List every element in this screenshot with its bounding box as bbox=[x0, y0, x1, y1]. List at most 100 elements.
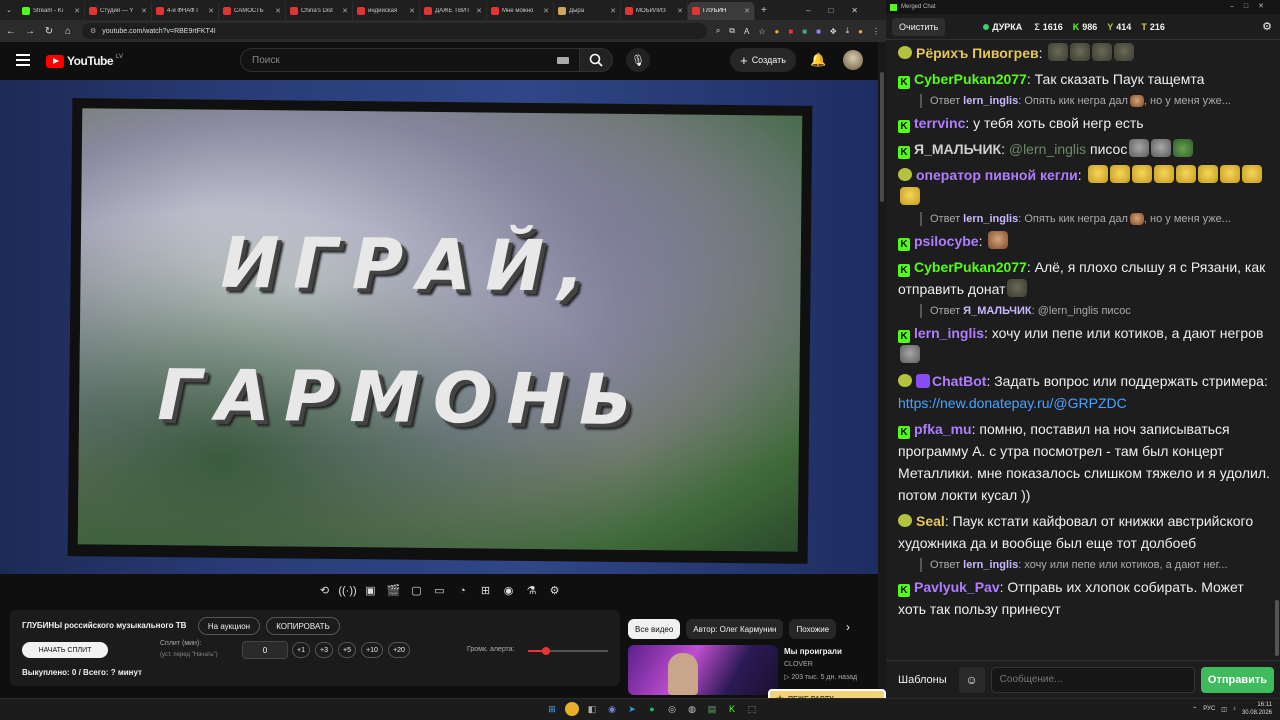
tab-search-icon[interactable]: ⌄ bbox=[0, 6, 18, 14]
chat-username[interactable]: terrvinc bbox=[914, 115, 965, 131]
search-input[interactable]: Поиск bbox=[240, 48, 580, 72]
clear-button[interactable]: Очистить bbox=[892, 17, 946, 36]
browser-tab[interactable]: China's Dist ✕ bbox=[286, 2, 353, 20]
chat-scrollbar-thumb[interactable] bbox=[1275, 600, 1279, 656]
share-icon[interactable]: ⧉ bbox=[729, 26, 735, 36]
hamburger-menu-icon[interactable] bbox=[16, 54, 30, 66]
lens-icon[interactable]: ⌕ bbox=[716, 26, 720, 36]
window-icon[interactable]: ▭ bbox=[431, 582, 448, 599]
emoji-button[interactable]: ☺ bbox=[958, 666, 985, 693]
reload-icon[interactable]: ↻ bbox=[44, 26, 54, 37]
message-input[interactable]: Сообщение... bbox=[990, 666, 1195, 693]
telegram-icon[interactable]: ➤ bbox=[625, 702, 639, 716]
increment-button[interactable]: +1 bbox=[292, 642, 310, 658]
filter-chip[interactable]: Все видео bbox=[628, 619, 681, 639]
reply-author[interactable]: lern_inglis bbox=[963, 559, 1018, 571]
templates-button[interactable]: Шаблоны bbox=[892, 667, 953, 693]
chat-username[interactable]: CyberPukan2077 bbox=[914, 259, 1027, 275]
home-icon[interactable]: ⌂ bbox=[63, 26, 73, 37]
related-video-title[interactable]: Мы проиграли bbox=[784, 647, 842, 656]
tray-arrow-icon[interactable]: ⌃ bbox=[1192, 706, 1197, 713]
volume-icon[interactable]: ♪ bbox=[1233, 706, 1236, 712]
audio-icon[interactable]: ((·)) bbox=[338, 582, 356, 599]
related-video-card[interactable]: Мы проиграли CLOVER ▷ 203 тыс. 5 дн. наз… bbox=[628, 645, 878, 695]
tab-close-icon[interactable]: ✕ bbox=[677, 7, 683, 15]
send-button[interactable]: Отправить bbox=[1200, 666, 1274, 693]
increment-button[interactable]: +10 bbox=[361, 642, 383, 658]
tab-close-icon[interactable]: ✕ bbox=[208, 7, 214, 15]
back-icon[interactable]: ← bbox=[6, 26, 16, 37]
chat-mention[interactable]: @lern_inglis bbox=[1009, 141, 1086, 157]
create-button[interactable]: + Создать bbox=[730, 48, 796, 72]
clock[interactable]: 16:11 30.08.2026 bbox=[1242, 701, 1272, 717]
increment-button[interactable]: +5 bbox=[338, 642, 356, 658]
filter-chip[interactable]: Похожие bbox=[789, 619, 837, 639]
forward-icon[interactable]: → bbox=[25, 26, 35, 37]
keyboard-icon[interactable] bbox=[557, 57, 569, 64]
reply-author[interactable]: lern_inglis bbox=[963, 213, 1018, 225]
start-split-button[interactable]: НАЧАТЬ СПЛИТ bbox=[22, 642, 108, 658]
menu-dots-icon[interactable]: ⋮ bbox=[872, 27, 880, 36]
chat-username[interactable]: psilocybe bbox=[914, 233, 979, 249]
add-clip-icon[interactable]: ⊞ bbox=[477, 582, 494, 599]
speed-icon[interactable]: ◔ bbox=[454, 582, 471, 599]
extension-icon[interactable]: ■ bbox=[816, 27, 821, 36]
related-video-channel[interactable]: CLOVER bbox=[784, 661, 813, 668]
browser-tab[interactable]: ДАЖЕ ТВИТ ✕ bbox=[420, 2, 487, 20]
window-controls[interactable]: –□✕ bbox=[806, 6, 876, 15]
youtube-logo[interactable]: YouTube LV bbox=[46, 54, 123, 68]
clapper-icon[interactable]: 🎬 bbox=[385, 582, 402, 599]
related-video-thumbnail[interactable] bbox=[628, 645, 778, 695]
chat-username[interactable]: ChatBot bbox=[932, 373, 986, 389]
app-icon[interactable]: K bbox=[725, 702, 739, 716]
language-indicator[interactable]: РУС bbox=[1203, 706, 1215, 712]
chat-link[interactable]: https://new.donatepay.ru/@GRPZDC bbox=[898, 395, 1127, 411]
chat-username[interactable]: Seal bbox=[916, 513, 945, 529]
obs-icon[interactable]: ◍ bbox=[685, 702, 699, 716]
site-info-icon[interactable]: ⚙ bbox=[90, 27, 96, 35]
chat-username[interactable]: Pavlyuk_Pav bbox=[914, 579, 1000, 595]
settings-gear-icon[interactable]: ⚙ bbox=[1262, 20, 1272, 33]
browser-tab[interactable]: Дыра ✕ bbox=[554, 2, 621, 20]
chat-username[interactable]: Рёрихъ Пивогрев bbox=[916, 45, 1039, 61]
reply-author[interactable]: lern_inglis bbox=[963, 95, 1018, 107]
browser-tab[interactable]: САМОСТЬ ✕ bbox=[219, 2, 286, 20]
copy-button[interactable]: КОПИРОВАТЬ bbox=[266, 617, 340, 635]
tab-close-icon[interactable]: ✕ bbox=[744, 7, 750, 15]
increment-button[interactable]: +20 bbox=[388, 642, 410, 658]
gear-icon[interactable]: ⚙ bbox=[546, 582, 563, 599]
chrome-icon[interactable] bbox=[565, 702, 579, 716]
chat-window-controls[interactable]: –□✕ bbox=[1230, 2, 1274, 10]
split-minutes-input[interactable]: 0 bbox=[242, 641, 288, 659]
browser-tab[interactable]: ГЛУБИН ✕ bbox=[688, 2, 755, 20]
browser-tab[interactable]: 4-й ФНАФ Г ✕ bbox=[152, 2, 219, 20]
network-icon[interactable]: ◫ bbox=[1221, 706, 1227, 713]
alert-volume-slider[interactable] bbox=[528, 647, 608, 655]
new-tab-icon[interactable]: + bbox=[761, 5, 767, 16]
flask-icon[interactable]: ⚗ bbox=[523, 582, 540, 599]
browser-tab[interactable]: МОБИЛИЗ ✕ bbox=[621, 2, 688, 20]
browser-tab[interactable]: Студия — Y ✕ bbox=[85, 2, 152, 20]
tab-close-icon[interactable]: ✕ bbox=[409, 7, 415, 15]
notifications-bell-icon[interactable]: 🔔 bbox=[810, 52, 826, 68]
increment-button[interactable]: +3 bbox=[315, 642, 333, 658]
voice-search-button[interactable]: 🎙 bbox=[626, 48, 650, 72]
browser-tab[interactable]: Stream - Ki ✕ bbox=[18, 2, 85, 20]
bookmark-star-icon[interactable]: ☆ bbox=[758, 27, 765, 36]
extension-icon[interactable]: ■ bbox=[802, 27, 807, 36]
chat-username[interactable]: pfka_mu bbox=[914, 421, 972, 437]
filter-chip[interactable]: Автор: Олег Кармунин bbox=[686, 619, 784, 639]
page-scrollbar[interactable] bbox=[878, 42, 886, 698]
profile-icon[interactable]: ● bbox=[858, 27, 863, 36]
tab-close-icon[interactable]: ✕ bbox=[141, 7, 147, 15]
start-windows-icon[interactable]: ⊞ bbox=[545, 702, 559, 716]
chat-scrollbar[interactable] bbox=[1274, 40, 1280, 660]
browser-tab[interactable]: индийская ✕ bbox=[353, 2, 420, 20]
camera-icon[interactable]: ◉ bbox=[500, 582, 517, 599]
picture-icon[interactable]: ▢ bbox=[408, 582, 425, 599]
extension-icon[interactable]: ■ bbox=[788, 27, 793, 36]
video-player[interactable]: ИГРАЙ, ГАРМОНЬ bbox=[0, 80, 878, 574]
alert-volume-handle[interactable] bbox=[541, 647, 550, 655]
download-icon[interactable]: ⤓ bbox=[846, 26, 850, 36]
chat-username[interactable]: Я_МАЛЬЧИК bbox=[914, 141, 1001, 157]
